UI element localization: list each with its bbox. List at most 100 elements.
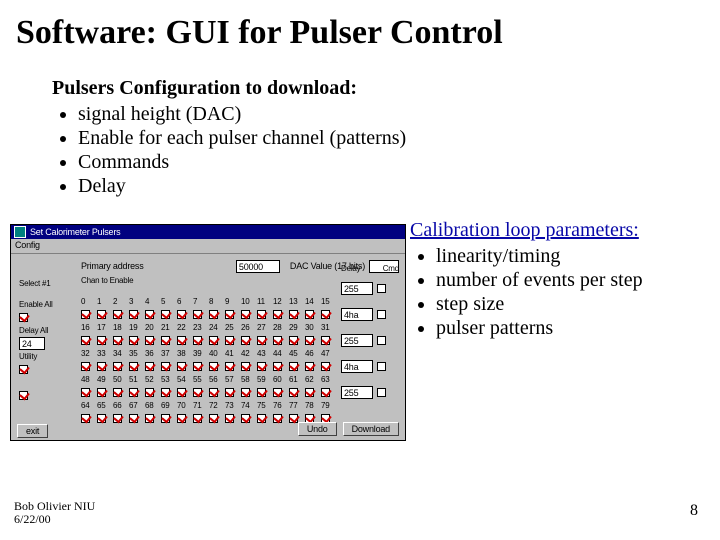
channel-checkbox[interactable] xyxy=(209,336,218,345)
channel-checkbox[interactable] xyxy=(273,336,282,345)
channel-checkbox[interactable] xyxy=(129,362,138,371)
channel-checkbox[interactable] xyxy=(273,388,282,397)
channel-checkbox[interactable] xyxy=(81,388,90,397)
channel-checkbox[interactable] xyxy=(225,388,234,397)
channel-checkbox[interactable] xyxy=(273,414,282,423)
channel-checkbox[interactable] xyxy=(81,414,90,423)
channel-checkbox[interactable] xyxy=(305,336,314,345)
channel-checkbox[interactable] xyxy=(177,310,186,319)
delay-all-input[interactable]: 24 xyxy=(19,337,45,350)
undo-button[interactable]: Undo xyxy=(298,422,337,436)
cmd-checkbox[interactable] xyxy=(377,310,386,319)
download-button[interactable]: Download xyxy=(343,422,399,436)
channel-checkbox[interactable] xyxy=(193,362,202,371)
channel-checkbox[interactable] xyxy=(273,310,282,319)
channel-checkbox[interactable] xyxy=(305,310,314,319)
channel-checkbox[interactable] xyxy=(161,362,170,371)
row-enable-checkbox[interactable] xyxy=(19,391,28,400)
channel-checkbox[interactable] xyxy=(321,336,330,345)
row-enable-checkbox[interactable] xyxy=(19,365,28,374)
channel-checkbox[interactable] xyxy=(177,362,186,371)
channel-checkbox[interactable] xyxy=(209,388,218,397)
channel-checkbox[interactable] xyxy=(161,388,170,397)
channel-checkbox[interactable] xyxy=(129,310,138,319)
channel-checkbox[interactable] xyxy=(225,414,234,423)
channel-checkbox[interactable] xyxy=(241,414,250,423)
channel-checkbox[interactable] xyxy=(193,388,202,397)
channel-checkbox[interactable] xyxy=(161,414,170,423)
channel-checkbox[interactable] xyxy=(161,336,170,345)
channel-checkbox[interactable] xyxy=(113,336,122,345)
channel-checkbox[interactable] xyxy=(129,336,138,345)
channel-checkbox[interactable] xyxy=(257,414,266,423)
channel-checkbox[interactable] xyxy=(129,388,138,397)
channel-checkbox[interactable] xyxy=(97,336,106,345)
channel-checkbox[interactable] xyxy=(321,310,330,319)
channel-checkbox[interactable] xyxy=(321,388,330,397)
menu-config[interactable]: Config xyxy=(15,240,40,250)
exit-button[interactable]: exit xyxy=(17,424,48,438)
channel-checkbox[interactable] xyxy=(321,362,330,371)
channel-checkbox[interactable] xyxy=(257,388,266,397)
channel-checkbox[interactable] xyxy=(97,414,106,423)
channel-checkbox[interactable] xyxy=(97,388,106,397)
menu-bar[interactable]: Config xyxy=(11,239,405,254)
channel-checkbox[interactable] xyxy=(97,362,106,371)
channel-checkbox[interactable] xyxy=(305,362,314,371)
channel-checkbox[interactable] xyxy=(145,336,154,345)
channel-checkbox[interactable] xyxy=(81,310,90,319)
cmd-checkbox[interactable] xyxy=(377,336,386,345)
cmd-input[interactable]: 4ha xyxy=(341,308,373,321)
channel-checkbox[interactable] xyxy=(289,414,298,423)
channel-checkbox[interactable] xyxy=(273,362,282,371)
channel-checkbox[interactable] xyxy=(129,414,138,423)
cmd-input[interactable]: 4ha xyxy=(341,360,373,373)
window-titlebar[interactable]: Set Calorimeter Pulsers xyxy=(11,225,405,239)
channel-checkbox[interactable] xyxy=(177,336,186,345)
delay-input[interactable]: 255 xyxy=(341,386,373,399)
channel-checkbox[interactable] xyxy=(257,310,266,319)
channel-checkbox[interactable] xyxy=(97,310,106,319)
channel-checkbox[interactable] xyxy=(225,336,234,345)
channel-checkbox[interactable] xyxy=(193,310,202,319)
delay-all-label: Delay All xyxy=(19,324,48,337)
row-enable-checkbox[interactable] xyxy=(19,313,28,322)
channel-checkbox[interactable] xyxy=(145,414,154,423)
channel-checkbox[interactable] xyxy=(289,336,298,345)
channel-checkbox[interactable] xyxy=(113,388,122,397)
channel-checkbox[interactable] xyxy=(257,362,266,371)
channel-checkbox[interactable] xyxy=(225,362,234,371)
channel-checkbox[interactable] xyxy=(113,414,122,423)
channel-checkbox[interactable] xyxy=(241,336,250,345)
channel-checkbox[interactable] xyxy=(241,310,250,319)
channel-checkbox[interactable] xyxy=(241,388,250,397)
channel-checkbox[interactable] xyxy=(161,310,170,319)
channel-checkbox[interactable] xyxy=(241,362,250,371)
channel-checkbox[interactable] xyxy=(257,336,266,345)
channel-checkbox[interactable] xyxy=(113,310,122,319)
channel-checkbox[interactable] xyxy=(145,310,154,319)
channel-checkbox[interactable] xyxy=(81,362,90,371)
channel-checkbox[interactable] xyxy=(113,362,122,371)
cmd-checkbox[interactable] xyxy=(377,388,386,397)
delay-input[interactable]: 255 xyxy=(341,334,373,347)
channel-checkbox[interactable] xyxy=(209,362,218,371)
channel-checkbox[interactable] xyxy=(193,414,202,423)
channel-checkbox[interactable] xyxy=(145,388,154,397)
channel-checkbox[interactable] xyxy=(289,310,298,319)
channel-checkbox[interactable] xyxy=(177,388,186,397)
primary-address-input[interactable]: 50000 xyxy=(236,260,280,273)
delay-input[interactable]: 255 xyxy=(341,282,373,295)
channel-checkbox[interactable] xyxy=(81,336,90,345)
channel-checkbox[interactable] xyxy=(193,336,202,345)
channel-checkbox[interactable] xyxy=(209,414,218,423)
channel-checkbox[interactable] xyxy=(289,388,298,397)
cmd-checkbox[interactable] xyxy=(377,362,386,371)
channel-checkbox[interactable] xyxy=(289,362,298,371)
cmd-checkbox[interactable] xyxy=(377,284,386,293)
channel-checkbox[interactable] xyxy=(145,362,154,371)
channel-checkbox[interactable] xyxy=(225,310,234,319)
channel-checkbox[interactable] xyxy=(305,388,314,397)
channel-checkbox[interactable] xyxy=(209,310,218,319)
channel-checkbox[interactable] xyxy=(177,414,186,423)
